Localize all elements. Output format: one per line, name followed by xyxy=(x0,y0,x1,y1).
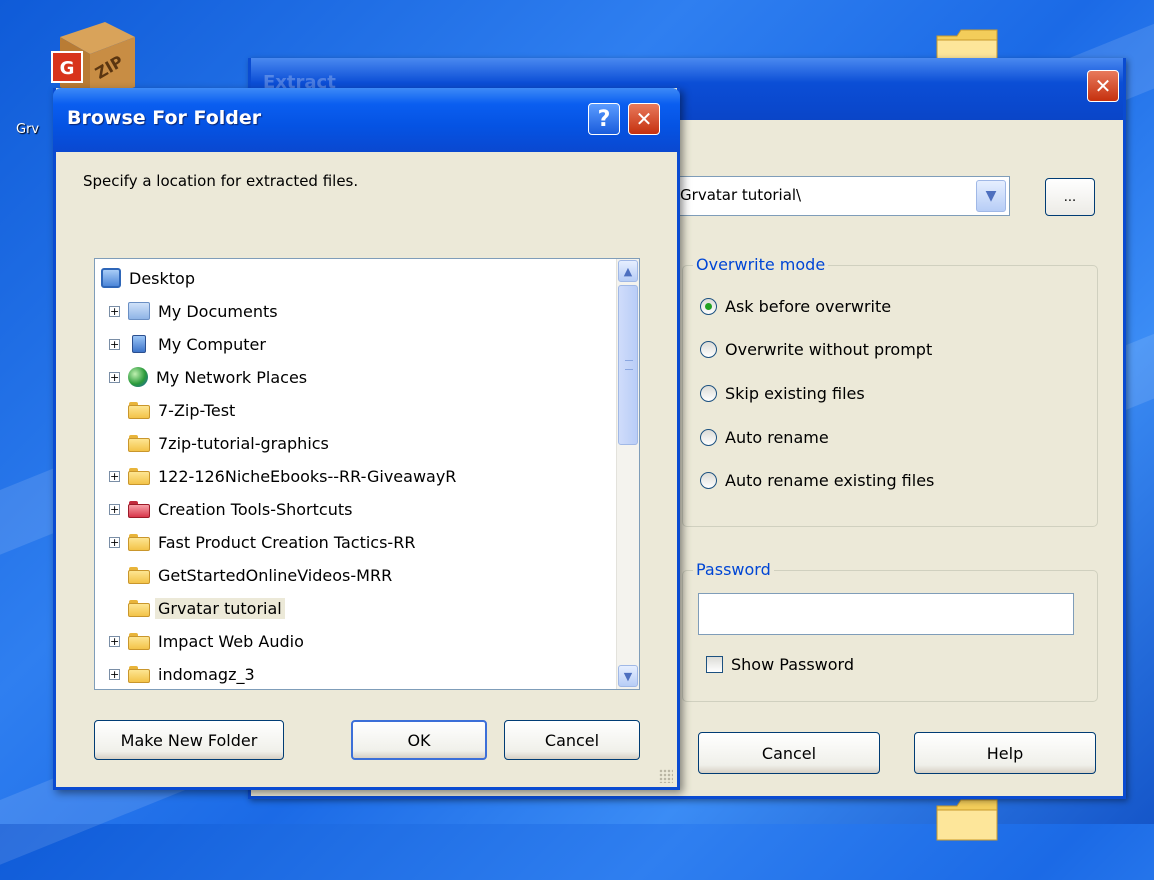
extract-path-combo[interactable]: \Grvatar tutorial\ ▼ xyxy=(660,176,1010,216)
scroll-down-icon[interactable]: ▼ xyxy=(618,665,638,687)
folder-tree[interactable]: Desktop + My Documents + My Computer + M… xyxy=(94,258,640,690)
browse-dialog-titlebar: Browse For Folder ? ✕ xyxy=(53,88,680,152)
radio-icon[interactable] xyxy=(700,385,717,402)
expand-plus-icon[interactable]: + xyxy=(109,635,120,647)
computer-icon xyxy=(132,335,146,353)
extract-help-button[interactable]: Help xyxy=(914,732,1096,774)
radio-auto-rename-existing[interactable]: Auto rename existing files xyxy=(700,471,934,490)
tree-item[interactable]: 7-Zip-Test xyxy=(109,395,235,425)
browse-for-folder-dialog: Browse For Folder ? ✕ Specify a location… xyxy=(53,88,680,790)
tree-item[interactable]: GetStartedOnlineVideos-MRR xyxy=(109,560,392,590)
tree-item[interactable]: + Fast Product Creation Tactics-RR xyxy=(109,527,415,557)
folder-icon xyxy=(128,632,150,650)
radio-label: Overwrite without prompt xyxy=(725,340,933,359)
tree-item[interactable]: + My Network Places xyxy=(109,362,307,392)
expand-plus-icon[interactable]: + xyxy=(109,503,120,515)
show-password-checkbox[interactable]: Show Password xyxy=(706,655,854,674)
radio-selected-icon[interactable] xyxy=(700,298,717,315)
network-icon xyxy=(128,367,148,387)
desktop-folder-icon[interactable] xyxy=(935,798,999,842)
radio-label: Skip existing files xyxy=(725,384,865,403)
chevron-down-icon[interactable]: ▼ xyxy=(976,180,1006,212)
radio-icon[interactable] xyxy=(700,429,717,446)
documents-icon xyxy=(128,302,150,320)
tree-item[interactable]: + indomagz_3 xyxy=(109,659,255,689)
password-field[interactable] xyxy=(698,593,1074,635)
make-new-folder-button[interactable]: Make New Folder xyxy=(94,720,284,760)
radio-label: Ask before overwrite xyxy=(725,297,892,316)
folder-icon xyxy=(128,533,150,551)
radio-auto-rename[interactable]: Auto rename xyxy=(700,428,829,447)
password-group: Password xyxy=(682,560,1098,702)
expand-plus-icon[interactable]: + xyxy=(109,668,120,680)
extract-close-button[interactable]: ✕ xyxy=(1087,70,1119,102)
tree-item[interactable]: + Impact Web Audio xyxy=(109,626,304,656)
tree-item[interactable]: + Creation Tools-Shortcuts xyxy=(109,494,352,524)
red-folder-icon xyxy=(128,500,150,518)
radio-label: Auto rename existing files xyxy=(725,471,935,490)
radio-icon[interactable] xyxy=(700,341,717,358)
browse-button[interactable]: ... xyxy=(1045,178,1095,216)
browse-prompt: Specify a location for extracted files. xyxy=(83,172,359,190)
tree-scrollbar[interactable]: ▲ ▼ xyxy=(616,259,639,689)
extract-cancel-button[interactable]: Cancel xyxy=(698,732,880,774)
scroll-up-icon[interactable]: ▲ xyxy=(618,260,638,282)
resize-grip-icon[interactable] xyxy=(659,769,673,783)
cancel-button[interactable]: Cancel xyxy=(504,720,640,760)
show-password-label: Show Password xyxy=(731,655,854,674)
help-icon[interactable]: ? xyxy=(588,103,620,135)
folder-icon xyxy=(128,599,150,617)
tree-item[interactable]: + 122-126NicheEbooks--RR-GiveawayR xyxy=(109,461,456,491)
tree-item[interactable]: + My Computer xyxy=(109,329,266,359)
expand-plus-icon[interactable]: + xyxy=(109,371,120,383)
radio-skip-existing-files[interactable]: Skip existing files xyxy=(700,384,865,403)
checkbox-icon[interactable] xyxy=(706,656,723,673)
tree-item[interactable]: 7zip-tutorial-graphics xyxy=(109,428,329,458)
desktop-icon-label: Grv xyxy=(16,122,40,137)
extract-path-value: \Grvatar tutorial\ xyxy=(675,186,802,204)
radio-overwrite-without-prompt[interactable]: Overwrite without prompt xyxy=(700,340,932,359)
browse-dialog-title: Browse For Folder xyxy=(67,107,262,129)
folder-icon xyxy=(128,566,150,584)
folder-icon xyxy=(128,434,150,452)
close-icon[interactable]: ✕ xyxy=(628,103,660,135)
ok-button[interactable]: OK xyxy=(351,720,487,760)
password-legend: Password xyxy=(693,560,774,579)
radio-label: Auto rename xyxy=(725,428,829,447)
expand-plus-icon[interactable]: + xyxy=(109,536,120,548)
folder-icon xyxy=(128,665,150,683)
tree-item-desktop[interactable]: Desktop xyxy=(101,263,195,293)
expand-plus-icon[interactable]: + xyxy=(109,470,120,482)
desktop-icon xyxy=(101,268,121,288)
expand-plus-icon[interactable]: + xyxy=(109,338,120,350)
folder-icon xyxy=(128,401,150,419)
tree-item[interactable]: + My Documents xyxy=(109,296,278,326)
scroll-thumb[interactable] xyxy=(618,285,638,445)
radio-ask-before-overwrite[interactable]: Ask before overwrite xyxy=(700,297,891,316)
radio-icon[interactable] xyxy=(700,472,717,489)
tree-item-selected[interactable]: Grvatar tutorial xyxy=(109,593,285,623)
expand-plus-icon[interactable]: + xyxy=(109,305,120,317)
folder-icon xyxy=(128,467,150,485)
svg-text:G: G xyxy=(60,58,75,79)
overwrite-mode-legend: Overwrite mode xyxy=(693,255,829,274)
